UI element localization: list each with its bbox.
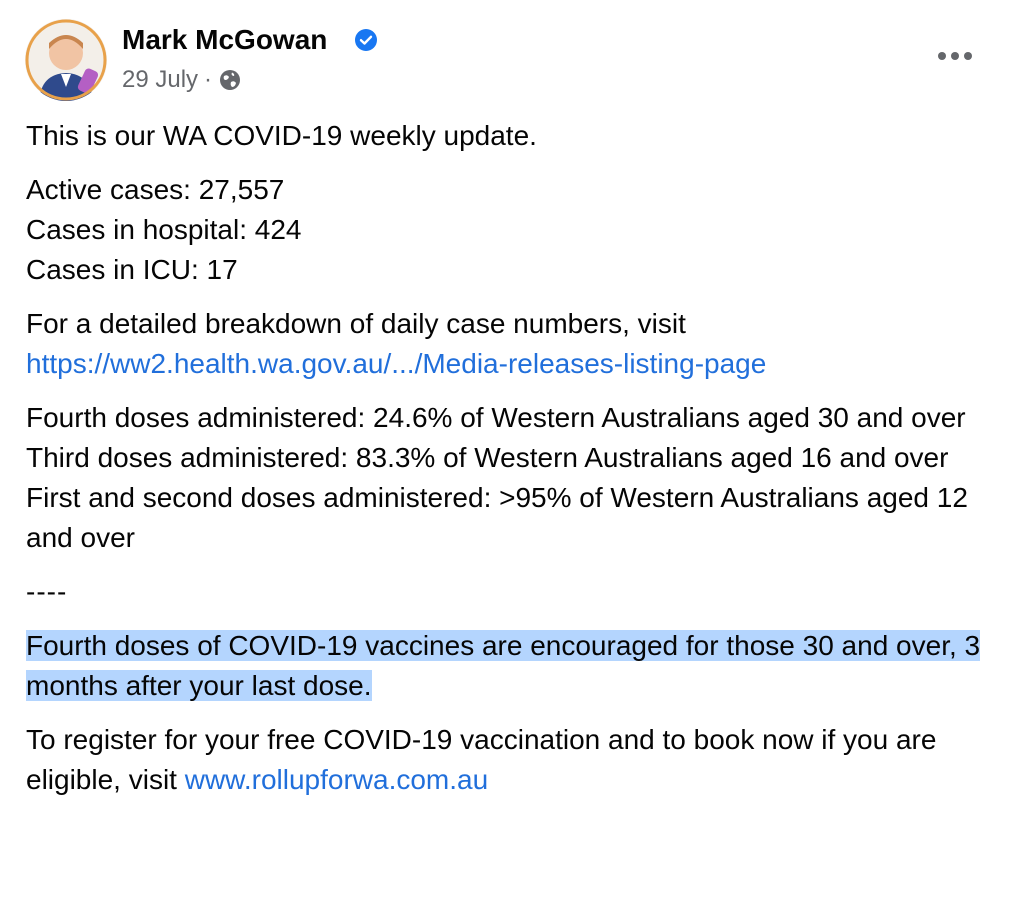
selected-text[interactable]: Fourth doses of COVID-19 vaccines are en… bbox=[26, 630, 981, 701]
health-wa-link[interactable]: https://ww2.health.wa.gov.au/.../Media-r… bbox=[26, 344, 1001, 384]
verified-badge-icon bbox=[355, 29, 377, 51]
meta-separator: · bbox=[204, 66, 213, 93]
post-date[interactable]: 29 July bbox=[122, 66, 198, 94]
breakdown-text: For a detailed breakdown of daily case n… bbox=[26, 308, 686, 339]
dose-third: Third doses administered: 83.3% of Weste… bbox=[26, 442, 949, 473]
register-paragraph: To register for your free COVID-19 vacci… bbox=[26, 720, 1001, 800]
rollupforwa-link[interactable]: www.rollupforwa.com.au bbox=[185, 764, 488, 795]
stat-icu-cases: Cases in ICU: 17 bbox=[26, 254, 238, 285]
post-intro: This is our WA COVID-19 weekly update. bbox=[26, 116, 1001, 156]
globe-icon[interactable] bbox=[218, 68, 242, 92]
separator-paragraph: ---- bbox=[26, 572, 1001, 612]
more-options-button[interactable] bbox=[930, 36, 980, 76]
case-stats: Active cases: 27,557 Cases in hospital: … bbox=[26, 170, 1001, 290]
more-options-icon bbox=[938, 52, 972, 60]
text-separator: ---- bbox=[26, 576, 68, 607]
post-body: This is our WA COVID-19 weekly update. A… bbox=[26, 116, 1001, 814]
stat-hospital-cases: Cases in hospital: 424 bbox=[26, 214, 302, 245]
highlight-paragraph: Fourth doses of COVID-19 vaccines are en… bbox=[26, 626, 1001, 706]
breakdown-paragraph: For a detailed breakdown of daily case n… bbox=[26, 304, 1001, 384]
dose-first-second: First and second doses administered: >95… bbox=[26, 482, 968, 553]
post-meta: 29 July · bbox=[122, 63, 242, 97]
avatar[interactable] bbox=[25, 19, 107, 101]
dose-fourth: Fourth doses administered: 24.6% of West… bbox=[26, 402, 966, 433]
avatar-image bbox=[25, 19, 107, 101]
stat-active-cases: Active cases: 27,557 bbox=[26, 174, 285, 205]
author-name[interactable]: Mark McGowan bbox=[122, 22, 327, 58]
intro-text: This is our WA COVID-19 weekly update. bbox=[26, 120, 537, 151]
facebook-post: Mark McGowan 29 July · This is our WA CO… bbox=[0, 0, 1010, 902]
doses-paragraph: Fourth doses administered: 24.6% of West… bbox=[26, 398, 1001, 558]
